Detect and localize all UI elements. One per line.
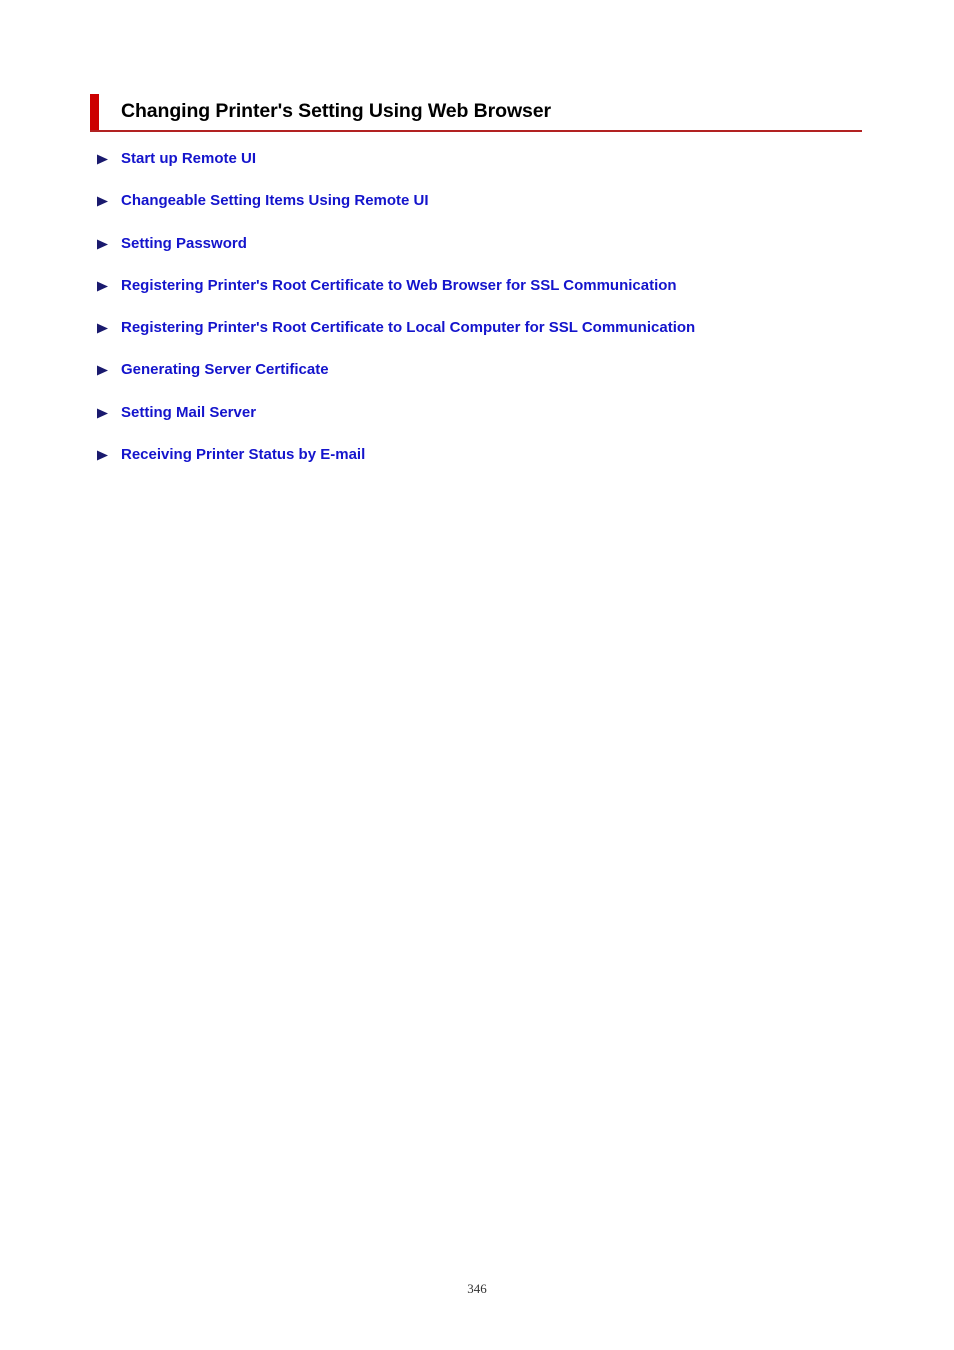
list-item[interactable]: Changeable Setting Items Using Remote UI bbox=[96, 192, 896, 234]
page-heading-block: Changing Printer's Setting Using Web Bro… bbox=[90, 94, 862, 132]
list-item-label[interactable]: Changeable Setting Items Using Remote UI bbox=[121, 192, 429, 209]
list-item[interactable]: Start up Remote UI bbox=[96, 150, 896, 192]
triangle-right-icon bbox=[97, 450, 108, 461]
triangle-right-icon bbox=[97, 281, 108, 292]
list-item[interactable]: Generating Server Certificate bbox=[96, 361, 896, 403]
triangle-right-icon bbox=[97, 239, 108, 250]
triangle-right-icon bbox=[97, 408, 108, 419]
list-item-label[interactable]: Setting Password bbox=[121, 235, 247, 252]
list-item-label[interactable]: Receiving Printer Status by E-mail bbox=[121, 446, 365, 463]
list-item-label[interactable]: Start up Remote UI bbox=[121, 150, 256, 167]
list-item[interactable]: Registering Printer's Root Certificate t… bbox=[96, 319, 896, 361]
list-item-label[interactable]: Registering Printer's Root Certificate t… bbox=[121, 277, 677, 294]
heading-divider bbox=[90, 130, 862, 132]
list-item-label[interactable]: Setting Mail Server bbox=[121, 404, 256, 421]
page-title: Changing Printer's Setting Using Web Bro… bbox=[121, 100, 552, 123]
page-number: 346 bbox=[467, 1281, 487, 1296]
heading-accent-bar bbox=[90, 94, 99, 130]
triangle-right-icon bbox=[97, 323, 108, 334]
topic-link-list: Start up Remote UI Changeable Setting It… bbox=[96, 150, 896, 488]
list-item[interactable]: Setting Mail Server bbox=[96, 404, 896, 446]
triangle-right-icon bbox=[97, 365, 108, 376]
list-item[interactable]: Registering Printer's Root Certificate t… bbox=[96, 277, 896, 319]
triangle-right-icon bbox=[97, 196, 108, 207]
triangle-right-icon bbox=[97, 154, 108, 165]
list-item[interactable]: Receiving Printer Status by E-mail bbox=[96, 446, 896, 488]
list-item-label[interactable]: Generating Server Certificate bbox=[121, 361, 329, 378]
list-item-label[interactable]: Registering Printer's Root Certificate t… bbox=[121, 319, 695, 336]
list-item[interactable]: Setting Password bbox=[96, 235, 896, 277]
manual-page: Changing Printer's Setting Using Web Bro… bbox=[0, 0, 954, 1350]
heading-row: Changing Printer's Setting Using Web Bro… bbox=[90, 94, 862, 130]
